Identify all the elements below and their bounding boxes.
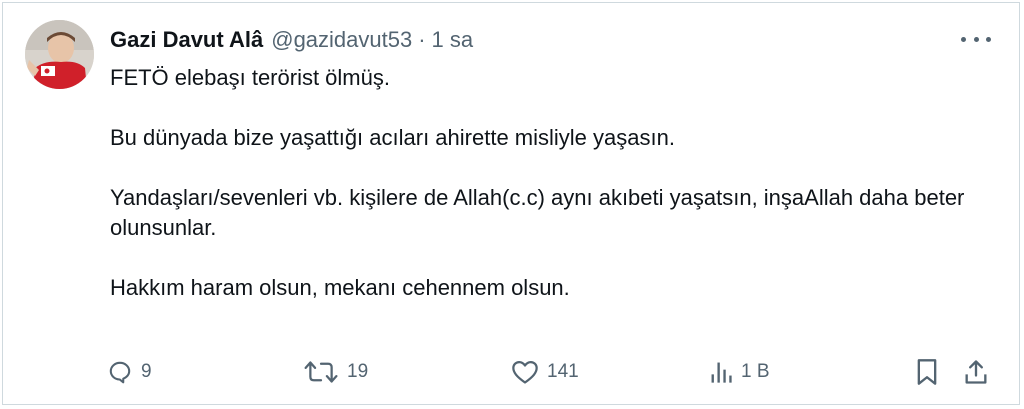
timestamp[interactable]: 1 sa [432, 27, 474, 53]
like-count: 141 [547, 361, 579, 382]
bookmark-icon [915, 358, 939, 386]
separator-dot: · [418, 27, 426, 52]
tweet-card[interactable]: Gazi Davut Alâ @gazidavut53 · 1 sa FETÖ … [2, 2, 1020, 405]
avatar[interactable] [25, 20, 94, 89]
action-bar: 9 19 141 1 B [107, 355, 997, 389]
views-count: 1 B [741, 361, 770, 382]
retweet-button[interactable]: 19 [303, 355, 368, 389]
tweet-paragraph: FETÖ elebaşı terörist ölmüş. [110, 65, 390, 90]
tweet-paragraph: Yandaşları/sevenleri vb. kişilere de All… [110, 185, 965, 240]
views-icon [709, 359, 733, 385]
like-button[interactable]: 141 [511, 355, 579, 389]
retweet-icon [303, 359, 339, 385]
views-button[interactable]: 1 B [709, 355, 770, 389]
tweet-header: Gazi Davut Alâ @gazidavut53 · 1 sa [110, 25, 999, 55]
author-name[interactable]: Gazi Davut Alâ [110, 27, 263, 53]
share-button[interactable] [963, 355, 989, 389]
heart-icon [511, 359, 539, 385]
tweet-paragraph: Hakkım haram olsun, mekanı cehennem olsu… [110, 275, 570, 300]
reply-count: 9 [141, 361, 152, 382]
author-handle[interactable]: @gazidavut53 [271, 27, 412, 53]
reply-button[interactable]: 9 [107, 355, 152, 389]
reply-icon [107, 359, 133, 385]
bookmark-button[interactable] [915, 355, 939, 389]
tweet-paragraph: Bu dünyada bize yaşattığı acıları ahiret… [110, 125, 675, 150]
retweet-count: 19 [347, 361, 369, 382]
more-icon[interactable] [961, 29, 991, 49]
tweet-text: FETÖ elebaşı terörist ölmüş. Bu dünyada … [110, 63, 995, 303]
share-icon [963, 358, 989, 386]
